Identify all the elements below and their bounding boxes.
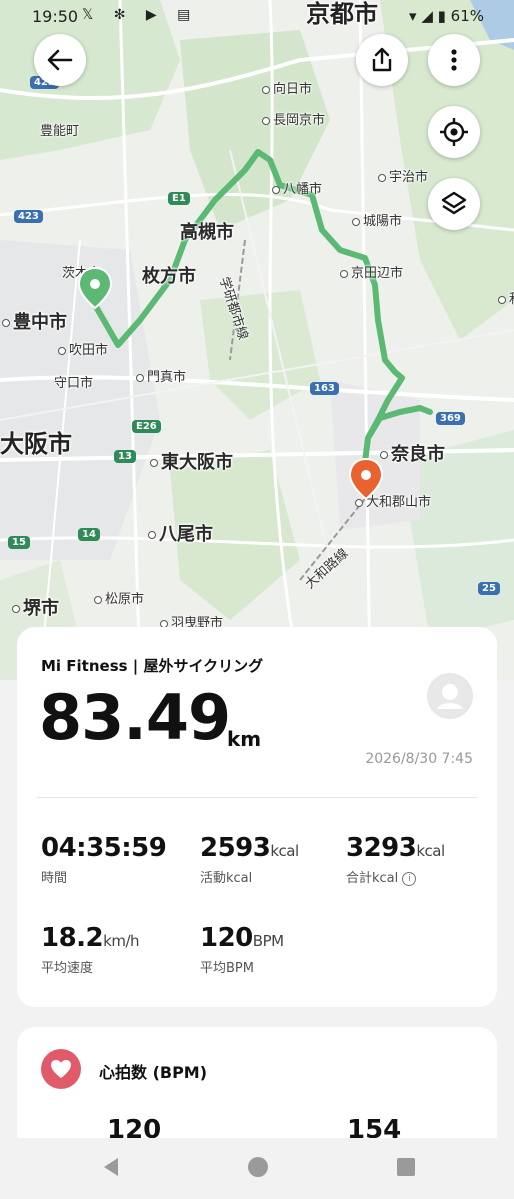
map-label-yawata: 八幡市 (272, 178, 322, 197)
map-label-muko: 向日市 (262, 78, 312, 97)
activity-date: 2026/8/30 7:45 (365, 751, 473, 767)
back-arrow-icon (47, 49, 73, 71)
stat-total-kcal: 3293kcal 合計kcal i (346, 833, 445, 886)
stat-value: 2593 (200, 833, 271, 863)
route-shield-423b: 423 (14, 210, 43, 223)
status-right: ▾ ◢ ▮ 61% (409, 7, 484, 25)
distance-value: 83.49 (39, 681, 231, 754)
route-shield-25: 25 (478, 582, 500, 595)
status-bar: 19:50 𝕏 ✻ ▶ ▤ ▾ ◢ ▮ 61% (0, 0, 514, 34)
layers-icon (441, 191, 467, 215)
heart-icon (51, 1060, 71, 1078)
map-label-moriguchi: 守口市 (54, 376, 94, 391)
stat-label: 平均BPM (200, 961, 254, 976)
stat-duration: 04:35:59 時間 (41, 833, 167, 886)
map-label-nagaokakyo: 長岡京市 (262, 109, 325, 128)
map-label-kyotanabe: 京田辺市 (340, 262, 403, 281)
more-button[interactable] (428, 34, 480, 86)
map-label-takatsuki: 高槻市 (180, 222, 234, 243)
avatar[interactable] (427, 673, 473, 719)
stat-value: 3293 (346, 833, 417, 863)
map-label-nara: 奈良市 (380, 440, 445, 466)
stat-value: 18.2 (41, 923, 104, 953)
locate-icon (440, 118, 468, 146)
stat-label: 時間 (41, 871, 68, 886)
stat-label: 平均速度 (41, 961, 94, 976)
route-shield-15: 15 (8, 536, 30, 549)
info-icon[interactable]: i (402, 871, 417, 886)
map-label-higashiosaka: 東大阪市 (150, 448, 233, 474)
route-shield-e26: E26 (132, 420, 161, 433)
stat-value: 04:35:59 (41, 833, 167, 863)
route-shield-13: 13 (114, 450, 136, 463)
map-label-matsubara: 松原市 (94, 588, 144, 607)
notification-icons: 𝕏 ✻ ▶ ▤ (82, 7, 199, 23)
nav-back-icon[interactable] (100, 1156, 122, 1178)
map-label-toyono: 豊能町 (40, 124, 80, 139)
heart-badge (41, 1049, 81, 1089)
route-shield-163: 163 (310, 382, 339, 395)
map-label-wa: 和 (498, 288, 514, 307)
route-shield-369: 369 (436, 412, 465, 425)
map-label-hirakata: 枚方市 (142, 266, 196, 287)
map-label-suita: 吹田市 (58, 339, 108, 358)
stat-unit: kcal (416, 842, 445, 860)
route-map[interactable]: 京都市 向日市 長岡京市 宇治市 豊能町 八幡市 城陽市 高槻市 茨木市 枚方市… (0, 0, 514, 680)
stat-unit: km/h (103, 932, 140, 950)
stat-label: 活動kcal (200, 871, 253, 886)
nav-recents-icon[interactable] (396, 1157, 416, 1177)
battery-level: 61% (450, 7, 484, 25)
locate-button[interactable] (428, 106, 480, 158)
route-shield-14: 14 (78, 528, 100, 541)
stat-value: 120 (200, 923, 253, 953)
stat-unit: BPM (252, 932, 284, 950)
activity-summary-card: Mi Fitness | 屋外サイクリング 83.49 km 2026/8/30… (17, 627, 497, 1007)
stat-active-kcal: 2593kcal 活動kcal (200, 833, 299, 886)
end-pin-icon (348, 457, 384, 501)
divider (37, 797, 477, 798)
system-nav-bar (0, 1138, 514, 1199)
share-icon (372, 47, 392, 72)
map-label-joyo: 城陽市 (352, 210, 402, 229)
stat-label: 合計kcal (346, 871, 399, 886)
back-button[interactable] (34, 34, 86, 86)
status-time: 19:50 (32, 7, 79, 26)
map-label-osaka: 大阪市 (0, 430, 72, 458)
start-pin-icon (77, 266, 113, 310)
heart-rate-title: 心拍数 (BPM) (99, 1063, 208, 1082)
map-label-sakai: 堺市 (12, 594, 59, 620)
activity-title: Mi Fitness | 屋外サイクリング (41, 657, 264, 675)
map-label-toyonaka: 豊中市 (2, 308, 67, 334)
user-avatar-icon (429, 675, 471, 717)
route-shield-e1: E1 (168, 192, 190, 205)
distance-unit: km (227, 727, 262, 751)
more-vertical-icon (451, 49, 457, 71)
layers-button[interactable] (428, 178, 480, 230)
map-label-uji: 宇治市 (378, 166, 428, 185)
share-button[interactable] (356, 34, 408, 86)
map-label-yao: 八尾市 (148, 520, 213, 546)
nav-home-icon[interactable] (247, 1156, 269, 1178)
map-label-kadoma: 門真市 (136, 366, 186, 385)
stat-unit: kcal (270, 842, 299, 860)
stat-avg-bpm: 120BPM 平均BPM (200, 923, 284, 976)
stat-avg-speed: 18.2km/h 平均速度 (41, 923, 140, 976)
